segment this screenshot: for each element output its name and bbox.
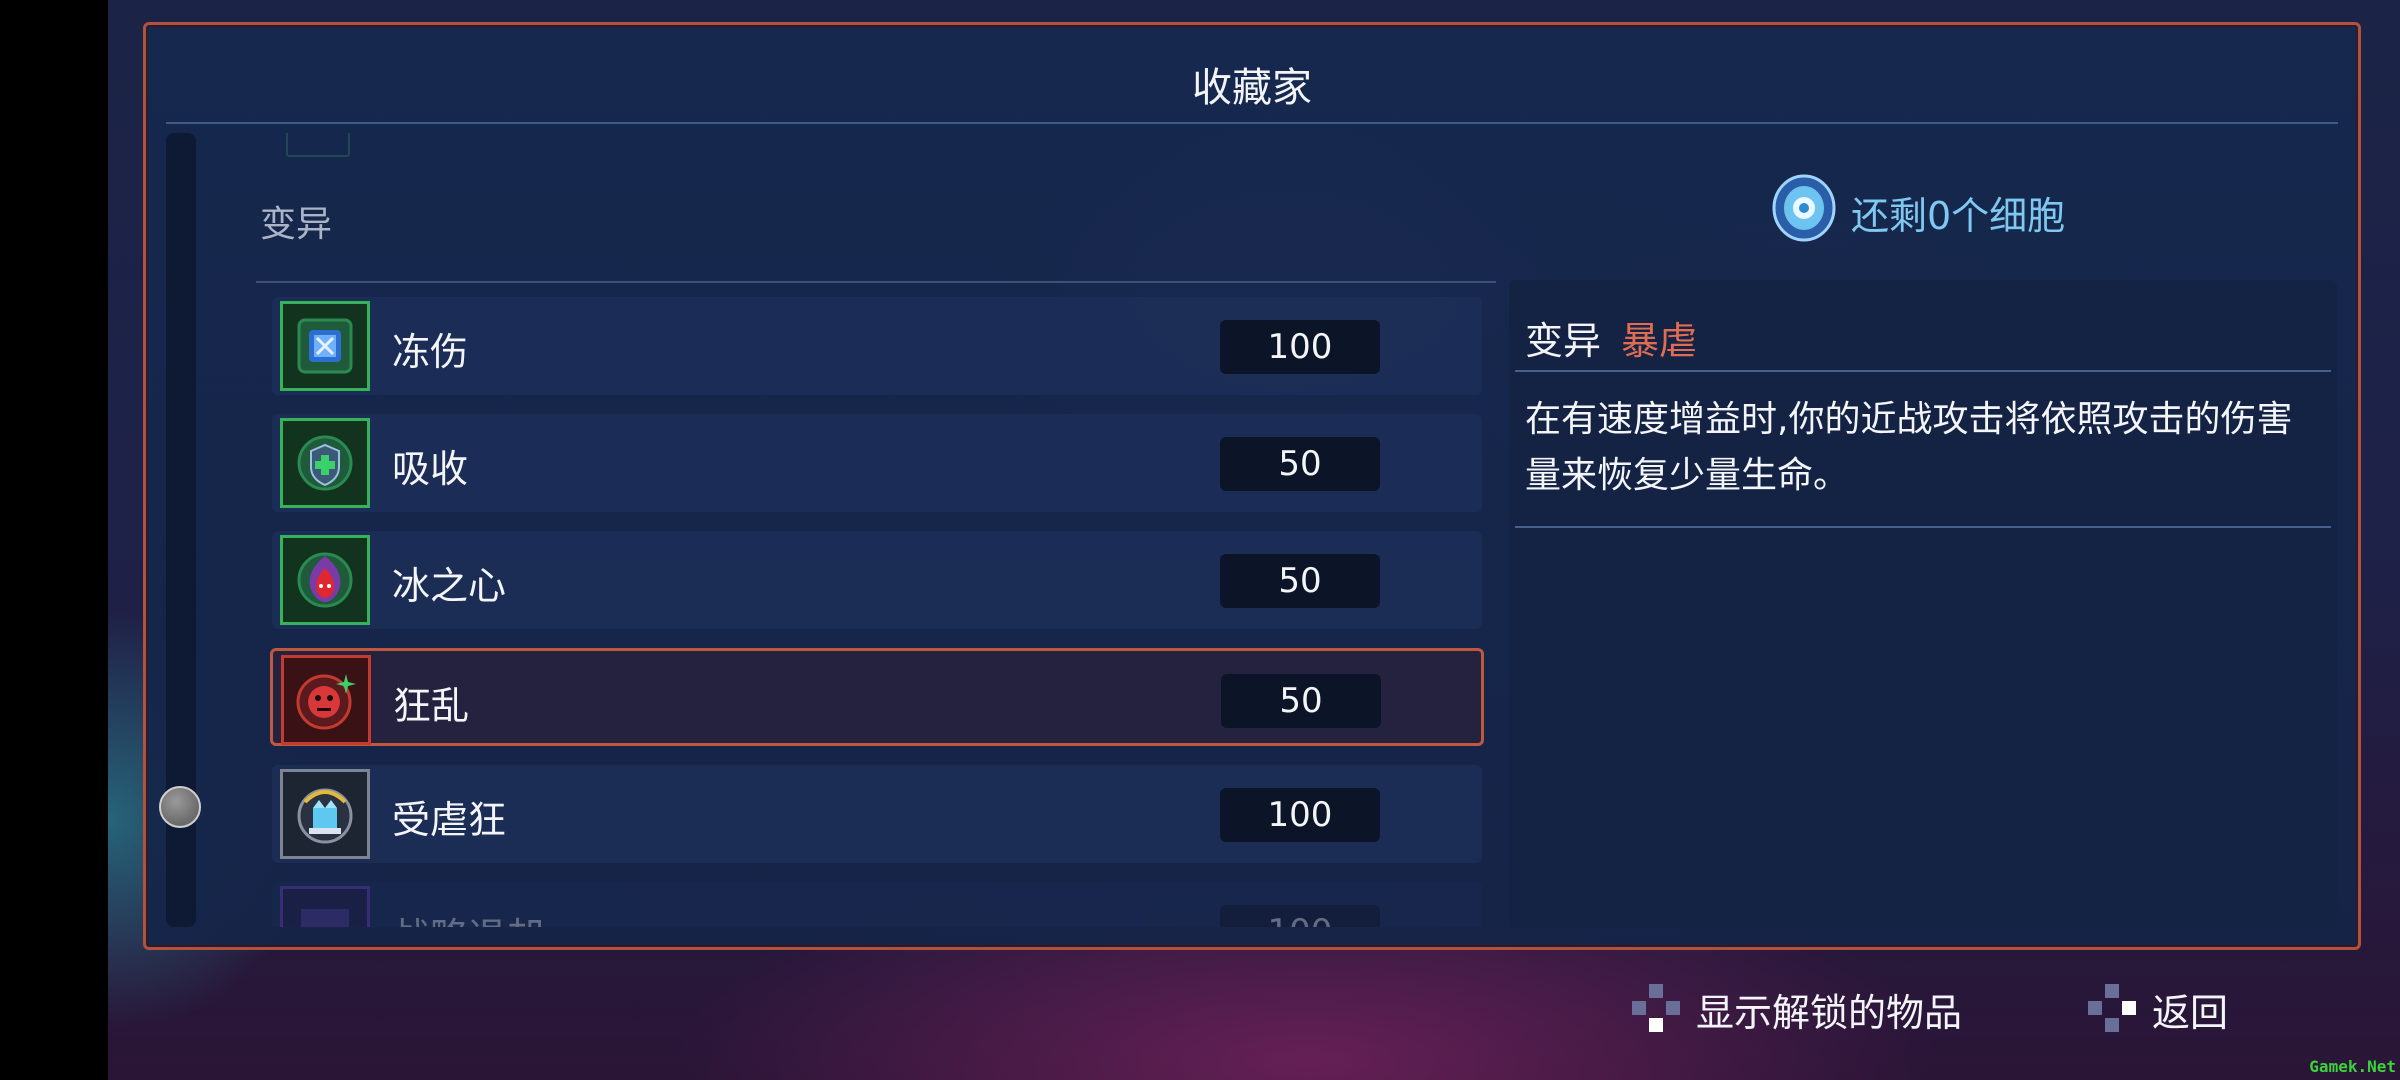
show-unlocked-label: 显示解锁的物品 bbox=[1696, 991, 1963, 1035]
detail-divider-top bbox=[1515, 370, 2331, 372]
show-unlocked-button[interactable]: 显示解锁的物品 bbox=[1630, 978, 2010, 1035]
list-item-frenzy[interactable]: 狂乱 50 bbox=[270, 648, 1484, 746]
dpad-icon bbox=[2086, 982, 2138, 1034]
detail-description: 在有速度增益时,你的近战攻击将依照攻击的伤害量来恢复少量生命。 bbox=[1525, 399, 2293, 496]
frostbite-icon bbox=[280, 301, 370, 391]
item-cost: 50 bbox=[1221, 674, 1381, 728]
masochist-icon bbox=[280, 769, 370, 859]
frenzy-icon bbox=[281, 655, 371, 745]
item-name: 战略退却 bbox=[392, 906, 544, 927]
item-cost: 50 bbox=[1220, 554, 1380, 608]
detail-panel: 变异 暴虐 在有速度增益时,你的近战攻击将依照攻击的伤害量来恢复少量生命。 bbox=[1509, 280, 2337, 928]
back-label: 返回 bbox=[2152, 991, 2229, 1035]
item-name: 吸收 bbox=[392, 447, 469, 491]
detail-item-name: 暴虐 bbox=[1621, 319, 1698, 363]
section-divider bbox=[256, 281, 1496, 283]
list-item-tactical-retreat[interactable]: 战略退却 100 bbox=[272, 882, 1482, 927]
left-letterbox bbox=[0, 0, 108, 1080]
item-list: 变异 冻伤 100 吸收 50 冰之心 50 狂乱 50 受虐狂 100 bbox=[256, 133, 1626, 927]
scrollbar-thumb[interactable] bbox=[159, 786, 201, 828]
title-divider bbox=[166, 122, 2338, 124]
item-cost: 100 bbox=[1220, 788, 1380, 842]
previous-item-stub bbox=[286, 133, 350, 157]
item-name: 冰之心 bbox=[392, 564, 507, 608]
item-name: 狂乱 bbox=[393, 684, 470, 728]
back-button[interactable]: 返回 bbox=[2086, 978, 2286, 1035]
tactical-retreat-icon bbox=[280, 886, 370, 927]
list-item-masochist[interactable]: 受虐狂 100 bbox=[272, 765, 1482, 863]
item-cost: 50 bbox=[1220, 437, 1380, 491]
watermark: Gamek.Net bbox=[2309, 1057, 2396, 1076]
cells-remaining-text: 还剩0个细胞 bbox=[1851, 194, 2066, 238]
section-title: 变异 bbox=[260, 204, 333, 245]
cell-icon bbox=[1771, 173, 1837, 243]
detail-divider-bottom bbox=[1515, 526, 2331, 528]
detail-category: 变异 bbox=[1525, 319, 1602, 363]
item-cost: 100 bbox=[1220, 320, 1380, 374]
collector-panel: 收藏家 变异 冻伤 100 吸收 50 冰之心 50 狂乱 50 受虐狂 100… bbox=[143, 22, 2361, 950]
item-name: 冻伤 bbox=[392, 330, 469, 374]
dpad-icon bbox=[1630, 982, 1682, 1034]
ice-heart-icon bbox=[280, 535, 370, 625]
item-cost: 100 bbox=[1220, 905, 1380, 927]
item-name: 受虐狂 bbox=[392, 798, 507, 842]
list-item-ice-heart[interactable]: 冰之心 50 bbox=[272, 531, 1482, 629]
absorption-icon bbox=[280, 418, 370, 508]
list-item-frostbite[interactable]: 冻伤 100 bbox=[272, 297, 1482, 395]
panel-title: 收藏家 bbox=[1192, 65, 1312, 111]
list-item-absorption[interactable]: 吸收 50 bbox=[272, 414, 1482, 512]
